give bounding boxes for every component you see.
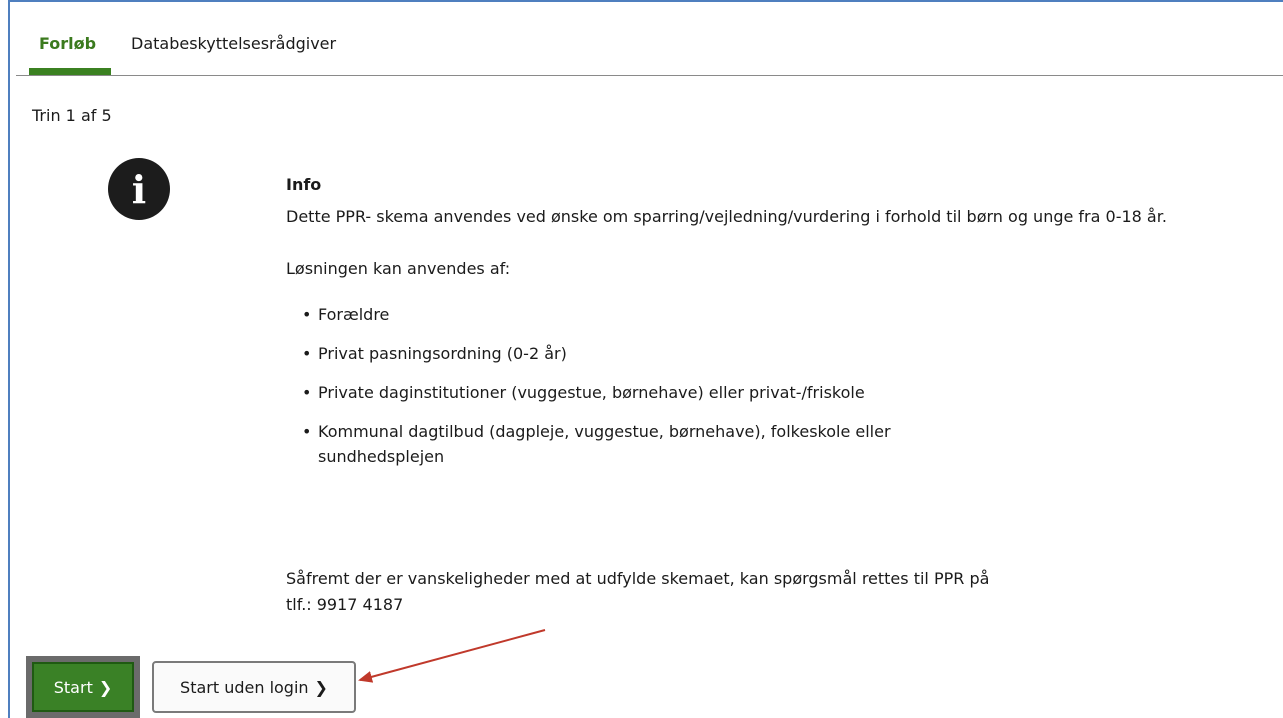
tab-forloeb[interactable]: Forløb [39, 34, 96, 53]
eligible-users-list: Forældre Privat pasningsordning (0-2 år)… [286, 302, 1283, 469]
list-item: Privat pasningsordning (0-2 år) [286, 341, 998, 366]
step-indicator: Trin 1 af 5 [32, 106, 112, 125]
contact-text: Såfremt der er vanskeligheder med at udf… [286, 569, 990, 588]
tabs-divider [16, 75, 1283, 76]
list-item: Private daginstitutioner (vuggestue, bør… [286, 380, 998, 405]
start-without-login-button[interactable]: Start uden login ❯ [152, 661, 356, 713]
info-panel: Info Dette PPR- skema anvendes ved ønske… [286, 172, 1283, 483]
active-tab-indicator [29, 68, 111, 75]
start-without-login-label: Start uden login [180, 677, 309, 697]
start-button[interactable]: Start ❯ [32, 662, 134, 712]
info-title: Info [286, 175, 322, 194]
tab-databeskyttelsesraadgiver[interactable]: Databeskyttelsesrådgiver [131, 34, 336, 53]
contact-info: Såfremt der er vanskeligheder med at udf… [286, 566, 989, 618]
tab-bar: Forløb Databeskyttelsesrådgiver [29, 20, 1283, 78]
start-button-label: Start [53, 677, 93, 697]
info-circle-icon: i [108, 158, 170, 220]
eligible-users-heading: Løsningen kan anvendes af: [286, 259, 511, 278]
list-item: Kommunal dagtilbud (dagpleje, vuggestue,… [286, 419, 998, 469]
chevron-right-icon: ❯ [98, 677, 113, 697]
chevron-right-icon: ❯ [314, 677, 328, 697]
list-item: Forældre [286, 302, 998, 327]
start-button-focus-ring: Start ❯ [26, 656, 140, 718]
info-description: Dette PPR- skema anvendes ved ønske om s… [286, 207, 1167, 226]
contact-phone: tlf.: 9917 4187 [286, 595, 404, 614]
